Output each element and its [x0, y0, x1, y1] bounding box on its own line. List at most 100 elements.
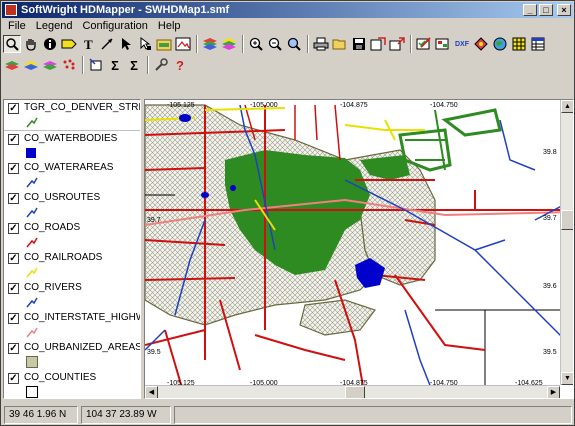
legend-checkbox[interactable]: ✓ [8, 373, 19, 384]
grid-label-left: 39.5 [147, 349, 161, 356]
map-canvas[interactable]: -105.125 -105.000 -104.875 -104.750 -105… [145, 100, 573, 398]
zoom-tool-icon[interactable] [3, 35, 21, 53]
points-icon[interactable] [60, 56, 78, 74]
line-tool-icon[interactable] [98, 35, 116, 53]
legend-item-waterbodies[interactable]: ✓ CO_WATERBODIES [4, 131, 140, 161]
legend-item-waterareas[interactable]: ✓ CO_WATERAREAS [4, 160, 140, 190]
layer-folder-icon[interactable] [155, 35, 173, 53]
fill-swatch-icon [26, 148, 36, 158]
scroll-thumb[interactable] [345, 386, 365, 398]
water-body [179, 114, 191, 122]
legend-checkbox[interactable]: ✓ [8, 283, 19, 294]
print-icon[interactable] [312, 35, 330, 53]
scroll-left-button[interactable]: ◀ [145, 386, 158, 398]
layer-red-icon[interactable] [3, 56, 21, 74]
pan-hand-icon[interactable] [22, 35, 40, 53]
scroll-up-button[interactable]: ▲ [561, 100, 573, 113]
legend-item-rivers[interactable]: ✓ CO_RIVERS [4, 280, 140, 310]
menu-file[interactable]: File [3, 20, 31, 32]
legend-checkbox[interactable]: ✓ [8, 253, 19, 264]
legend-checkbox[interactable]: ✓ [8, 343, 19, 354]
toolbar-secondary: Σ Σ ? [3, 55, 190, 75]
stack-layers-2-icon[interactable] [220, 35, 238, 53]
minimize-button[interactable]: _ [523, 4, 537, 16]
legend-checkbox[interactable]: ✓ [8, 193, 19, 204]
grid-label-right: 39.7 [543, 215, 557, 222]
water-body [201, 192, 209, 198]
grid-label-top: -105.125 [167, 102, 195, 109]
legend-label: CO_INTERSTATE_HIGHWAY [24, 312, 140, 323]
zoom-extent-icon[interactable] [285, 35, 303, 53]
close-button[interactable]: × [557, 4, 571, 16]
legend-checkbox[interactable]: ✓ [8, 103, 19, 114]
legend-item-interstate-highway[interactable]: ✓ CO_INTERSTATE_HIGHWAY [4, 310, 140, 340]
shape-icon[interactable] [472, 35, 490, 53]
maximize-button[interactable]: □ [539, 4, 553, 16]
dxf-import-icon[interactable]: DXF [453, 35, 471, 53]
zoom-in-icon[interactable] [247, 35, 265, 53]
legend-checkbox[interactable]: ✓ [8, 163, 19, 174]
legend-item-urbanized-areas[interactable]: ✓ CO_URBANIZED_AREAS [4, 340, 140, 370]
open-folder-icon[interactable] [331, 35, 349, 53]
settings-icon[interactable] [152, 56, 170, 74]
layer-remove-icon[interactable] [41, 56, 59, 74]
toolbar-separator [196, 35, 198, 53]
table-icon[interactable] [529, 35, 547, 53]
app-window: SoftWright HDMapper - SWHDMap1.smf _ □ ×… [0, 0, 575, 426]
toolbar-separator [242, 35, 244, 53]
legend-checkbox[interactable]: ✓ [8, 313, 19, 324]
legend-item-roads[interactable]: ✓ CO_ROADS [4, 220, 140, 250]
legend-checkbox[interactable]: ✓ [8, 223, 19, 234]
zoom-out-icon[interactable] [266, 35, 284, 53]
help-icon[interactable]: ? [171, 56, 189, 74]
goto-icon[interactable] [87, 56, 105, 74]
line-swatch-icon [26, 177, 38, 188]
stack-layers-icon[interactable] [201, 35, 219, 53]
legend-item-usroutes[interactable]: ✓ CO_USROUTES [4, 190, 140, 220]
legend-checkbox[interactable]: ✓ [8, 134, 19, 145]
legend-item-counties[interactable]: ✓ CO_COUNTIES [4, 370, 140, 398]
grid-label-top: -104.750 [430, 102, 458, 109]
svg-text:T: T [84, 37, 93, 51]
scroll-down-button[interactable]: ▼ [561, 372, 573, 385]
map-image-icon[interactable] [174, 35, 192, 53]
menu-configuration[interactable]: Configuration [77, 20, 152, 32]
legend-item-railroads[interactable]: ✓ CO_RAILROADS [4, 250, 140, 280]
status-message [174, 406, 572, 424]
grid-icon[interactable] [510, 35, 528, 53]
box-swatch-icon [26, 386, 38, 398]
sum-icon[interactable]: Σ [106, 56, 124, 74]
globe-icon[interactable] [491, 35, 509, 53]
map-view[interactable]: -105.125 -105.000 -104.875 -104.750 -105… [144, 99, 574, 399]
line-swatch-icon [26, 207, 38, 218]
vertical-scrollbar[interactable]: ▲ ▼ [560, 100, 573, 385]
legend-label: CO_RAILROADS [24, 252, 103, 263]
legend-label: CO_WATERAREAS [24, 162, 114, 173]
line-swatch-icon [26, 117, 38, 128]
menu-legend[interactable]: Legend [31, 20, 78, 32]
fill-swatch-icon [26, 356, 38, 368]
legend-label: CO_COUNTIES [24, 372, 97, 383]
edit-layer-icon[interactable] [415, 35, 433, 53]
layer-add-icon[interactable] [22, 56, 40, 74]
info-icon[interactable] [41, 35, 59, 53]
legend-item-denver-streets[interactable]: ✓ TGR_CO_DENVER_STREETS [4, 100, 140, 130]
new-window-icon[interactable] [388, 35, 406, 53]
label-icon[interactable] [60, 35, 78, 53]
node-select-icon[interactable] [136, 35, 154, 53]
scroll-right-button[interactable]: ▶ [547, 386, 560, 398]
arrow-select-icon[interactable] [117, 35, 135, 53]
sum-2-icon[interactable]: Σ [125, 56, 143, 74]
legend-panel[interactable]: ✓ TGR_CO_DENVER_STREETS ✓ CO_WATERBODIES… [3, 99, 141, 399]
layer-properties-icon[interactable] [434, 35, 452, 53]
scroll-thumb[interactable] [561, 210, 573, 230]
title-bar[interactable]: SoftWright HDMapper - SWHDMap1.smf _ □ × [2, 2, 573, 18]
line-swatch-icon [26, 297, 38, 308]
menu-help[interactable]: Help [153, 20, 186, 32]
export-icon[interactable] [369, 35, 387, 53]
horizontal-scrollbar[interactable]: ◀ ▶ [145, 385, 560, 398]
grid-label-top: -104.875 [340, 102, 368, 109]
save-icon[interactable] [350, 35, 368, 53]
text-tool-icon[interactable]: T [79, 35, 97, 53]
sum-label: Σ [111, 57, 119, 73]
